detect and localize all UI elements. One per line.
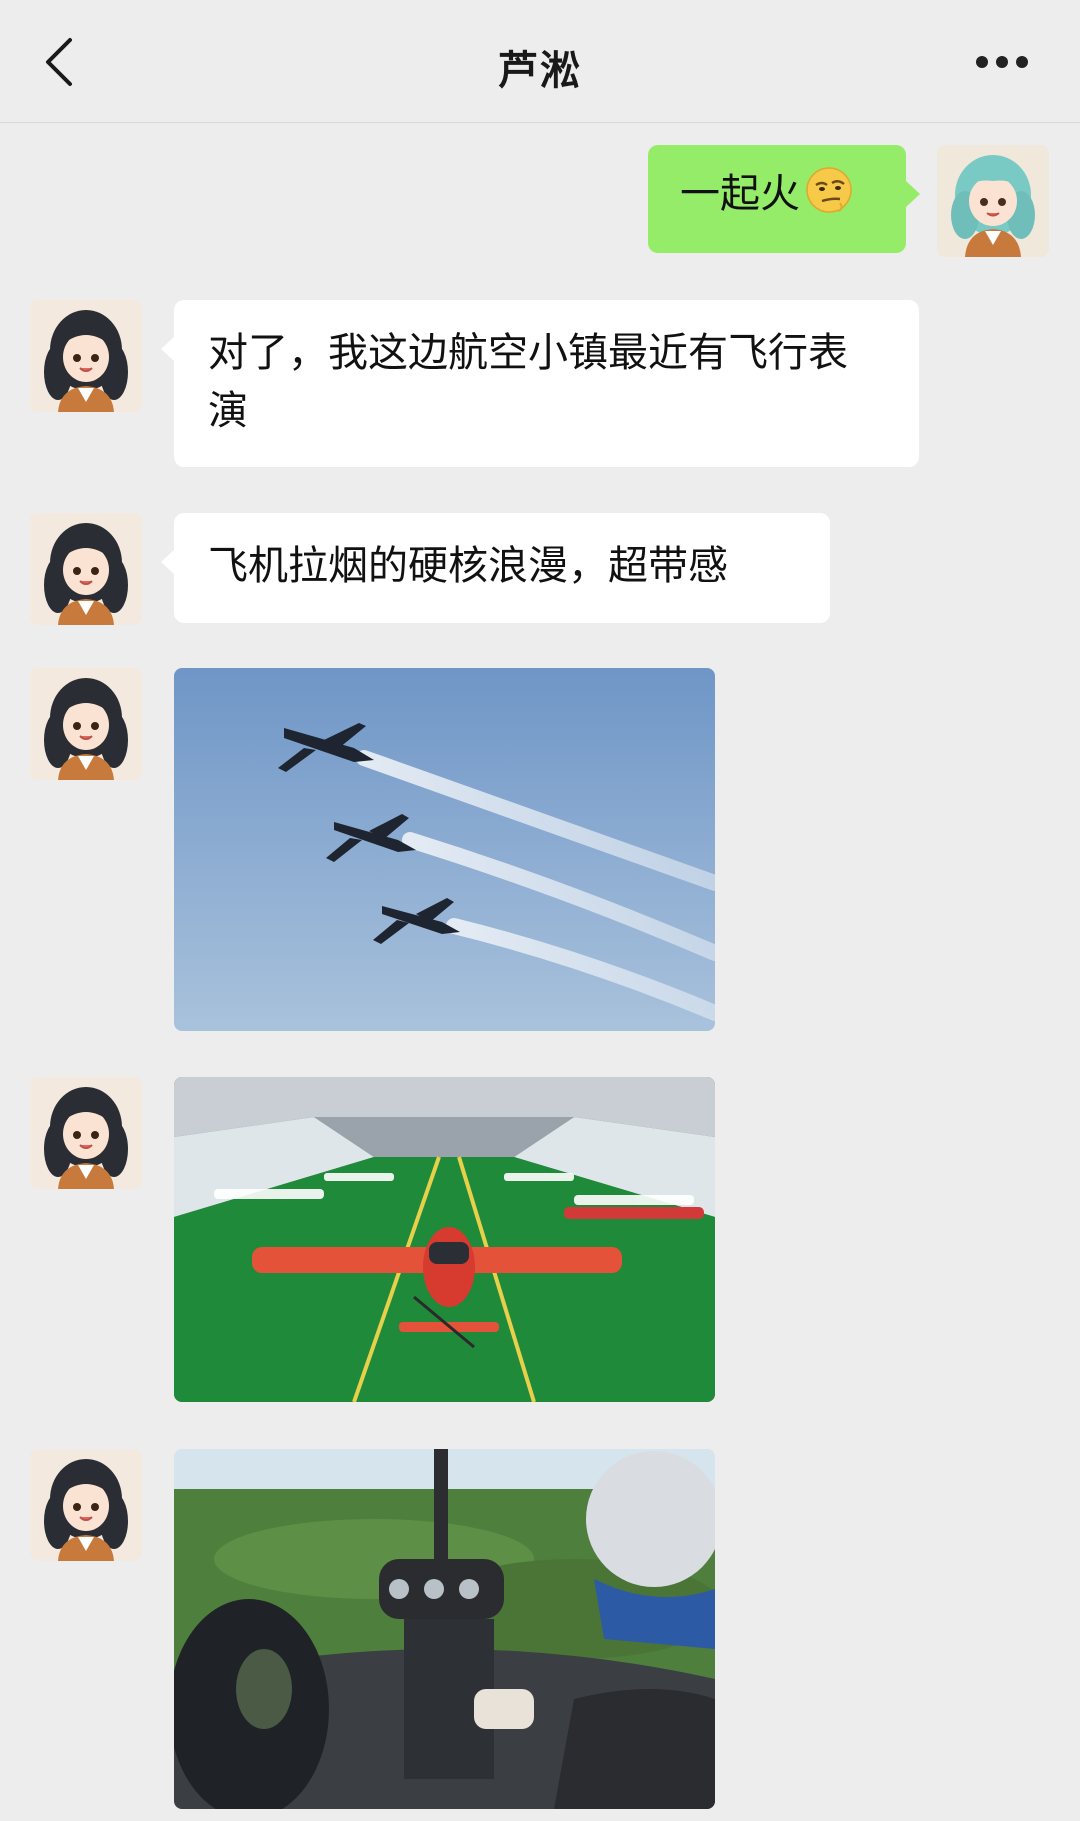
chat-title: 芦淞 bbox=[498, 48, 582, 94]
message-text: 对了，我这边航空小镇最近有飞行表演 bbox=[208, 330, 848, 434]
chat-header: 芦淞 bbox=[0, 0, 1080, 123]
airplane-formation-photo[interactable] bbox=[174, 668, 715, 1031]
helicopter-cockpit-photo[interactable] bbox=[174, 1449, 715, 1809]
contact-avatar[interactable] bbox=[30, 513, 142, 625]
message-text: 飞机拉烟的硬核浪漫，超带感 bbox=[208, 543, 728, 589]
contact-avatar[interactable] bbox=[30, 1449, 142, 1561]
contact-avatar[interactable] bbox=[30, 1077, 142, 1189]
message-bubble-received[interactable]: 飞机拉烟的硬核浪漫，超带感 bbox=[161, 513, 830, 623]
smirk-emoji-icon bbox=[806, 167, 852, 213]
message-text: 一起火 bbox=[680, 171, 800, 217]
contact-avatar[interactable] bbox=[30, 300, 142, 412]
aircraft-hangar-photo[interactable] bbox=[174, 1077, 715, 1402]
contact-avatar[interactable] bbox=[30, 668, 142, 780]
my-avatar[interactable] bbox=[937, 145, 1049, 257]
more-options-icon[interactable] bbox=[976, 56, 1028, 68]
message-bubble-sent[interactable]: 一起火 bbox=[648, 145, 920, 253]
message-bubble-received[interactable]: 对了，我这边航空小镇最近有飞行表演 bbox=[161, 300, 919, 467]
